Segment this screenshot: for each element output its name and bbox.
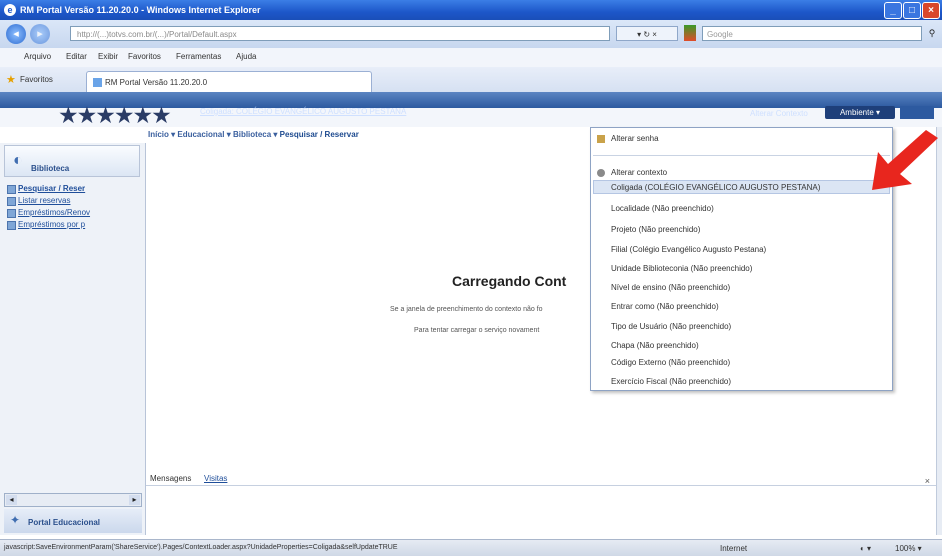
loading-message: Se a janela de preenchimento do contexto… [390, 306, 543, 313]
sidebar: ◐ Biblioteca Pesquisar / Reser Listar re… [0, 143, 146, 535]
security-zone[interactable]: Internet [720, 544, 747, 553]
messages-tabs: Mensagens Visitas [146, 473, 936, 485]
back-button[interactable]: ◂ [6, 24, 26, 44]
ambiente-button[interactable]: Ambiente ▾ [825, 106, 895, 119]
menu-item-alterar-senha[interactable]: Alterar senha [611, 134, 659, 143]
breadcrumb-current: Pesquisar / Reservar [279, 130, 359, 139]
favorites-bar: ★ Favoritos RM Portal Versão 11.20.20.0 [0, 67, 942, 93]
portal-educacional-label: Portal Educacional [28, 518, 101, 527]
tab-visitas[interactable]: Visitas [204, 474, 227, 483]
portal-header: ★★★★★★ Coligada: COLÉGIO EVANGÉLICO AUGU… [0, 92, 942, 139]
user-link[interactable]: Alterar Contexto [750, 109, 808, 118]
scroll-right-arrow-icon[interactable]: ▸ [129, 495, 140, 505]
red-arrow-annotation [872, 130, 938, 190]
menu-bar: Arquivo Editar Exibir Favoritos Ferramen… [0, 48, 942, 68]
menu-item-ajuda[interactable]: Ajuda [236, 52, 256, 61]
context-item-filial[interactable]: Filial (Colégio Evangélico Augusto Pesta… [611, 245, 766, 254]
menu-item-ferramentas[interactable]: Ferramentas [176, 52, 221, 61]
breadcrumb[interactable]: Início ▾ Educacional ▾ Biblioteca ▾ Pesq… [148, 130, 359, 139]
sidebar-item-pesquisar[interactable]: Pesquisar / Reser [18, 184, 85, 193]
address-toolbar: ◂ ▸ http://(...)totvs.com.br/(...)/Porta… [0, 20, 942, 49]
search-icon [7, 185, 16, 194]
header-action-button[interactable] [900, 106, 934, 119]
status-text: javascript:SaveEnvironmentParam('ShareSe… [4, 544, 398, 551]
messages-panel: × [146, 476, 936, 536]
breadcrumb-path[interactable]: Início ▾ Educacional ▾ Biblioteca ▾ [148, 130, 280, 139]
context-item-projeto[interactable]: Projeto (Não preenchido) [611, 225, 700, 234]
scroll-left-arrow-icon[interactable]: ◂ [6, 495, 17, 505]
key-icon [597, 135, 605, 143]
book-icon [7, 221, 16, 230]
menu-item-editar[interactable]: Editar [66, 52, 87, 61]
favorites-label[interactable]: Favoritos [20, 75, 53, 84]
protected-mode-toggle[interactable]: ◐ ▾ [860, 544, 871, 553]
context-item-tipo-usuario[interactable]: Tipo de Usuário (Não preenchido) [611, 322, 731, 331]
context-item-chapa[interactable]: Chapa (Não preenchido) [611, 341, 699, 350]
portal-educacional-footer[interactable]: ✦ Portal Educacional [4, 509, 142, 533]
menu-item-arquivo[interactable]: Arquivo [24, 52, 51, 61]
search-input[interactable]: Google [702, 26, 922, 41]
sidebar-item-emprestimos-renov[interactable]: Empréstimos/Renov [18, 208, 90, 217]
sidebar-header[interactable]: ◐ Biblioteca [4, 145, 140, 177]
tab-mensagens[interactable]: Mensagens [150, 474, 191, 483]
close-icon[interactable]: × [925, 476, 930, 486]
context-item-entrar-como[interactable]: Entrar como (Não preenchido) [611, 302, 719, 311]
window-title-bar: e RM Portal Versão 11.20.20.0 - Windows … [0, 0, 942, 20]
ambiente-dropdown-menu: Alterar senha Alterar contexto Coligada … [590, 127, 893, 391]
status-bar: javascript:SaveEnvironmentParam('ShareSe… [0, 539, 942, 556]
book-icon [7, 209, 16, 218]
sidebar-item-emprestimos-por[interactable]: Empréstimos por p [18, 220, 85, 229]
menu-item-alterar-contexto[interactable]: Alterar contexto [611, 168, 667, 177]
zoom-control[interactable]: 100% ▾ [895, 544, 922, 553]
portal-icon: ✦ [10, 513, 21, 527]
maximize-button[interactable]: □ [903, 2, 921, 19]
retry-message[interactable]: Para tentar carregar o serviço novament [414, 327, 539, 334]
menu-item-favoritos[interactable]: Favoritos [128, 52, 161, 61]
address-input[interactable]: http://(...)totvs.com.br/(...)/Portal/De… [70, 26, 610, 41]
menu-divider [593, 155, 890, 156]
forward-button[interactable]: ▸ [30, 24, 50, 44]
menu-item-exibir[interactable]: Exibir [98, 52, 118, 61]
library-icon: ◐ [13, 152, 23, 169]
context-item-exercicio-fiscal[interactable]: Exercício Fiscal (Não preenchido) [611, 377, 731, 386]
redaction-stars: ★★★★★★ [58, 102, 172, 128]
sidebar-scrollbar[interactable]: ◂ ▸ [4, 493, 142, 507]
ie-logo-icon: e [4, 4, 16, 16]
loading-title: Carregando Cont [452, 273, 567, 289]
close-window-button[interactable]: × [922, 2, 940, 19]
address-controls[interactable]: ▾ ↻ × [616, 26, 678, 41]
browser-tab[interactable]: RM Portal Versão 11.20.20.0 [86, 71, 372, 92]
context-item-coligada[interactable]: Coligada (COLÉGIO EVANGÉLICO AUGUSTO PES… [611, 183, 820, 192]
favorites-star-icon[interactable]: ★ [6, 73, 16, 86]
search-provider-icon [684, 25, 696, 41]
arrow-shape [872, 130, 938, 190]
context-item-codigo-externo[interactable]: Código Externo (Não preenchido) [611, 358, 730, 367]
sidebar-item-listar-reservas[interactable]: Listar reservas [18, 196, 70, 205]
window-title: RM Portal Versão 11.20.20.0 - Windows In… [20, 5, 261, 15]
list-icon [7, 197, 16, 206]
context-item-nivel-ensino[interactable]: Nível de ensino (Não preenchido) [611, 283, 730, 292]
search-icon[interactable]: ⚲ [924, 26, 940, 41]
context-item-unidade[interactable]: Unidade Biblioteconia (Não preenchido) [611, 264, 752, 273]
minimize-button[interactable]: _ [884, 2, 902, 19]
context-item-localidade[interactable]: Localidade (Não preenchido) [611, 204, 714, 213]
page-icon [93, 78, 102, 87]
user-icon [597, 169, 605, 177]
context-link[interactable]: Coligada: COLÉGIO EVANGÉLICO AUGUSTO PES… [200, 107, 406, 116]
browser-tab-title: RM Portal Versão 11.20.20.0 [105, 78, 208, 87]
sidebar-title: Biblioteca [31, 164, 70, 173]
